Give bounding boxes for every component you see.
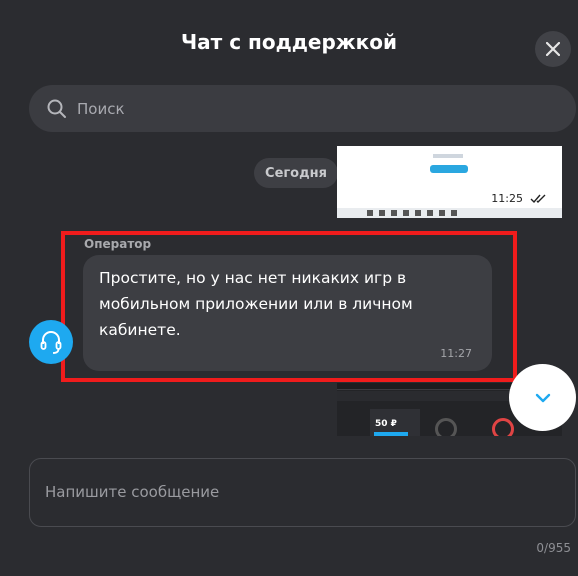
attachment-preview-title <box>433 154 463 158</box>
attachment-preview-ring-red <box>492 418 514 436</box>
headset-icon <box>40 331 62 354</box>
scroll-to-bottom-button[interactable] <box>509 364 576 431</box>
chevron-down-icon <box>535 393 550 402</box>
search-bar[interactable] <box>29 85 576 132</box>
close-icon <box>546 42 560 56</box>
attachment-preview-ring <box>435 418 457 436</box>
message-input[interactable] <box>45 459 560 526</box>
character-counter: 0/955 <box>536 541 571 555</box>
date-separator: Сегодня <box>254 158 338 188</box>
message-composer[interactable] <box>29 458 576 527</box>
operator-avatar <box>29 320 73 364</box>
search-icon <box>47 99 66 118</box>
attachment-preview-taskbar <box>337 208 562 218</box>
read-receipt-icon <box>530 194 546 204</box>
image-attachment-top[interactable]: 11:25 <box>337 146 562 218</box>
chat-title: Чат с поддержкой <box>180 30 397 54</box>
operator-message-bubble: Простите, но у нас нет никаких игр в моб… <box>83 255 492 371</box>
attachment-preview-button <box>430 165 468 173</box>
chat-window: Чат с поддержкой Сегодня 11:25 Оператор … <box>0 0 578 576</box>
search-input[interactable] <box>77 99 517 118</box>
message-time: 11:27 <box>440 347 472 360</box>
sender-name: Оператор <box>84 237 152 251</box>
attachment-amount: 50 ₽ <box>375 419 397 429</box>
close-button[interactable] <box>535 31 571 67</box>
attachment-time: 11:25 <box>491 192 523 205</box>
attachment-preview-bar <box>374 432 408 436</box>
message-text: Простите, но у нас нет никаких игр в моб… <box>99 269 413 339</box>
